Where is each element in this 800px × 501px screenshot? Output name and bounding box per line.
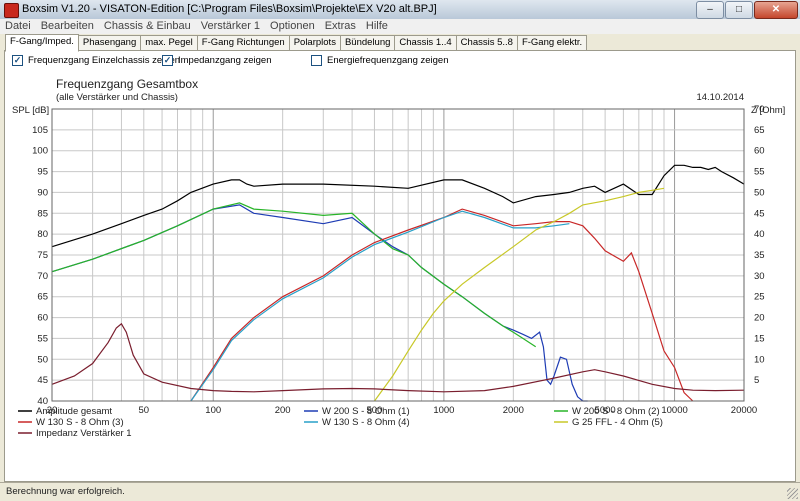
tab-strip: F-Gang/Imped. Phasengang max. Pegel F-Ga…: [0, 34, 800, 52]
status-bar: Berechnung war erfolgreich.: [0, 482, 800, 501]
y-tick-label: 85: [37, 208, 48, 219]
series-line-3: [190, 208, 694, 402]
y-right-tick-label: 10: [754, 354, 765, 365]
tab-chassis-5-8[interactable]: Chassis 5..8: [455, 35, 518, 50]
x-tick-label: 200: [275, 405, 291, 416]
y-tick-label: 65: [37, 292, 48, 303]
series-line-5: [374, 187, 665, 402]
tab-polarplots[interactable]: Polarplots: [288, 35, 341, 50]
y-tick-label: 90: [37, 187, 48, 198]
checkbox-energie-label: Energiefrequenzgang zeigen: [327, 55, 449, 66]
chart-title: Frequenzgang Gesamtbox: [56, 77, 198, 91]
legend-item: W 130 S - 8 Ohm (4): [322, 417, 410, 428]
x-tick-label: 50: [139, 405, 150, 416]
y-tick-label: 75: [37, 250, 48, 261]
window-controls: – □ ✕: [696, 1, 798, 19]
window-title: Boxsim V1.20 - VISATON-Edition [C:\Progr…: [22, 3, 437, 15]
legend-item: Amplitude gesamt: [36, 406, 112, 417]
series-line-4: [190, 210, 570, 402]
chart-grid: [51, 108, 745, 402]
chart-legend: Amplitude gesamtW 130 S - 8 Ohm (3)Imped…: [18, 406, 663, 439]
menu-optionen[interactable]: Optionen: [265, 19, 320, 34]
minimize-button[interactable]: –: [696, 1, 724, 19]
x-tick-label: 2000: [503, 405, 524, 416]
status-text: Berechnung war erfolgreich.: [6, 486, 125, 497]
tab-max-pegel[interactable]: max. Pegel: [140, 35, 198, 50]
checkbox-einzelchassis[interactable]: ✓ Frequenzgang Einzelchassis zeigen: [12, 55, 180, 66]
tab-chassis-1-4[interactable]: Chassis 1..4: [394, 35, 457, 50]
y-right-tick-label: 70: [754, 104, 765, 115]
y-right-tick-label: 25: [754, 292, 765, 303]
y-axis-ticks-right: 5 10 15 20 25 30 35 40 45 50 55 60 65 70: [754, 104, 765, 386]
y-right-tick-label: 20: [754, 313, 765, 324]
y-tick-label: 55: [37, 333, 48, 344]
legend-item: W 200 S - 8 Ohm (2): [572, 406, 660, 417]
series-line-6: [51, 322, 745, 393]
checkbox-energie[interactable]: Energiefrequenzgang zeigen: [311, 55, 448, 66]
menu-verstaerker[interactable]: Verstärker 1: [196, 19, 265, 34]
y-tick-label: 105: [32, 125, 48, 136]
resize-grip-icon[interactable]: [787, 488, 798, 499]
y-right-tick-label: 55: [754, 167, 765, 178]
options-row: ✓ Frequenzgang Einzelchassis zeigen ✓ Im…: [8, 55, 792, 70]
y-tick-label: 60: [37, 313, 48, 324]
y-tick-label: 80: [37, 229, 48, 240]
x-tick-label: 1000: [433, 405, 454, 416]
tab-phasengang[interactable]: Phasengang: [77, 35, 142, 50]
x-tick-label: 100: [205, 405, 221, 416]
chart-subtitle: (alle Verstärker und Chassis): [56, 92, 178, 103]
tab-fgang-richtungen[interactable]: F-Gang Richtungen: [196, 35, 290, 50]
frequency-response-chart: Frequenzgang Gesamtbox (alle Verstärker …: [12, 77, 785, 439]
y-right-tick-label: 15: [754, 333, 765, 344]
checkbox-einzelchassis-label: Frequenzgang Einzelchassis zeigen: [28, 55, 181, 66]
checkbox-impedanz-label: Impedanzgang zeigen: [178, 55, 272, 66]
series-line-2: [51, 202, 537, 348]
y-tick-label: 100: [32, 146, 48, 157]
y-right-tick-label: 30: [754, 271, 765, 282]
menu-bearbeiten[interactable]: Bearbeiten: [36, 19, 99, 34]
y-right-tick-label: 5: [754, 375, 759, 386]
y-tick-label: 95: [37, 167, 48, 178]
y-right-tick-label: 45: [754, 208, 765, 219]
y-right-tick-label: 35: [754, 250, 765, 261]
menu-bar: Datei Bearbeiten Chassis & Einbau Verstä…: [0, 19, 800, 35]
tab-fgang-imped[interactable]: F-Gang/Imped.: [5, 34, 79, 52]
checkbox-impedanz[interactable]: ✓ Impedanzgang zeigen: [162, 55, 272, 66]
x-tick-label: 20000: [731, 405, 757, 416]
tab-fgang-elektr[interactable]: F-Gang elektr.: [516, 35, 588, 50]
app-icon: [4, 3, 19, 18]
y-right-tick-label: 50: [754, 187, 765, 198]
chart-area: Frequenzgang Gesamtbox (alle Verstärker …: [4, 72, 796, 482]
y-right-tick-label: 60: [754, 146, 765, 157]
y-right-tick-label: 40: [754, 229, 765, 240]
y-tick-label: 45: [37, 375, 48, 386]
y-tick-label: 70: [37, 271, 48, 282]
menu-extras[interactable]: Extras: [320, 19, 361, 34]
y-tick-label: 50: [37, 354, 48, 365]
chart-series: [51, 164, 745, 402]
x-tick-label: 10000: [661, 405, 687, 416]
y-axis-ticks-left: 404550556065707580859095100105: [32, 125, 48, 407]
menu-hilfe[interactable]: Hilfe: [361, 19, 393, 34]
chart-date: 14.10.2014: [696, 92, 744, 103]
legend-item: W 200 S - 8 Ohm (1): [322, 406, 410, 417]
close-button[interactable]: ✕: [754, 1, 798, 19]
y-right-tick-label: 65: [754, 125, 765, 136]
legend-item: Impedanz Verstärker 1: [36, 428, 132, 439]
title-bar: Boxsim V1.20 - VISATON-Edition [C:\Progr…: [0, 0, 800, 20]
checkbox-einzelchassis-box[interactable]: ✓: [12, 55, 23, 66]
checkbox-energie-box[interactable]: [311, 55, 322, 66]
menu-datei[interactable]: Datei: [0, 19, 36, 34]
tab-buendelung[interactable]: Bündelung: [339, 35, 396, 50]
legend-item: W 130 S - 8 Ohm (3): [36, 417, 124, 428]
legend-item: G 25 FFL - 4 Ohm (5): [572, 417, 663, 428]
maximize-button[interactable]: □: [725, 1, 753, 19]
y-axis-label-left: SPL [dB]: [12, 105, 49, 116]
menu-chassis-einbau[interactable]: Chassis & Einbau: [99, 19, 196, 34]
checkbox-impedanz-box[interactable]: ✓: [162, 55, 173, 66]
